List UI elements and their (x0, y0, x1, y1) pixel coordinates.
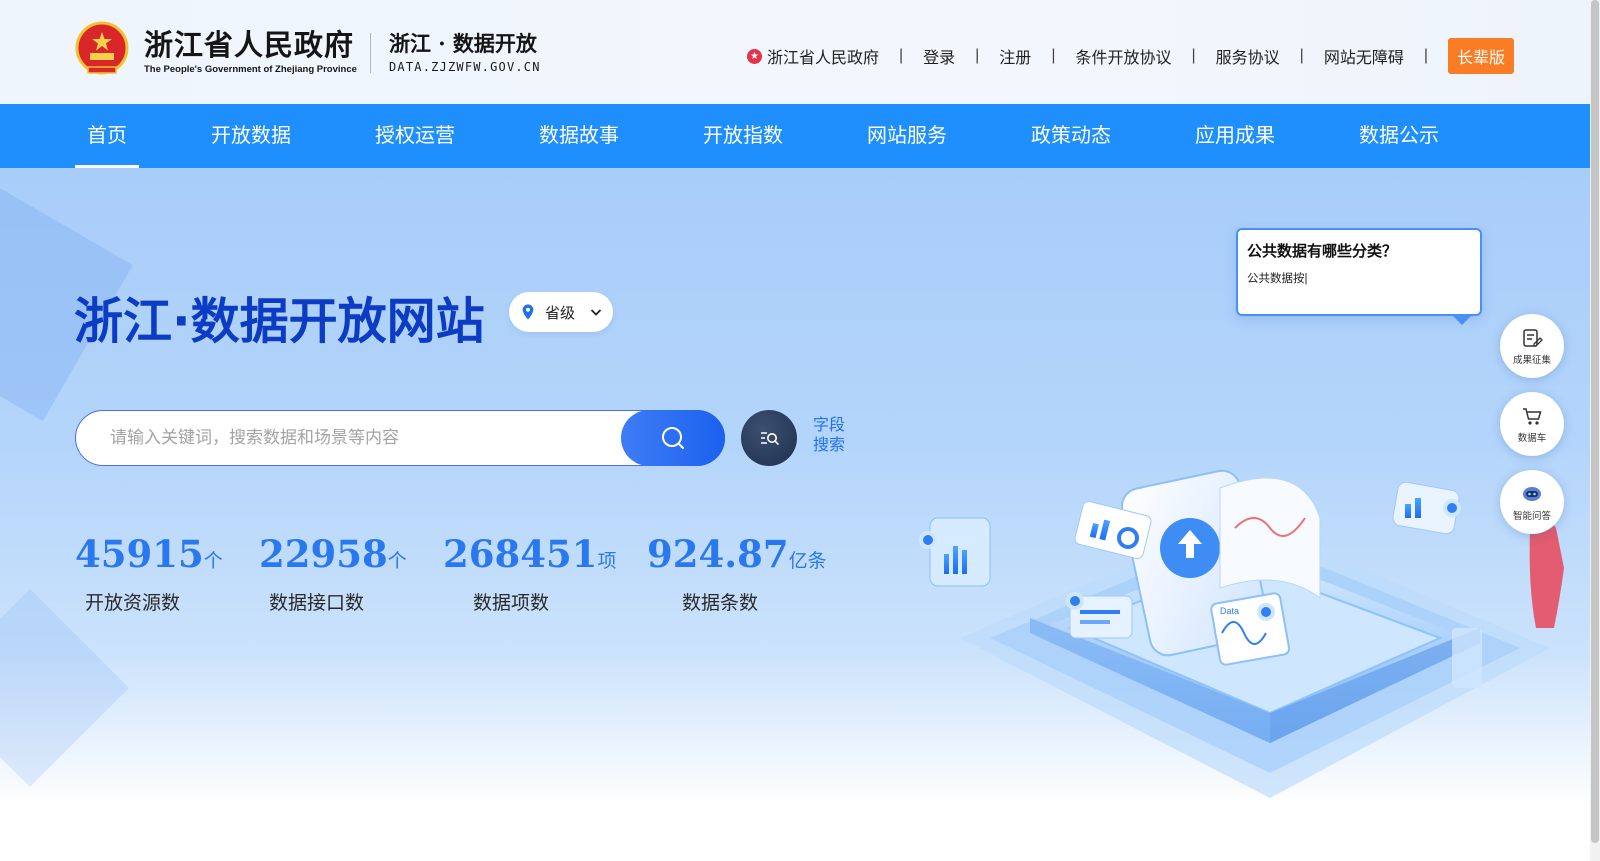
qa-question: 公共数据有哪些分类？ (1247, 243, 1398, 260)
search-box (75, 410, 725, 466)
field-search-link[interactable]: 字段 搜索 (813, 416, 853, 456)
search-icon (662, 427, 684, 449)
field-search-line1: 字段 (813, 417, 846, 434)
nav-item-app-results[interactable]: 应用成果 (1185, 104, 1285, 168)
data-card-label: Data (1220, 606, 1239, 616)
side-tool-label: 智能问答 (1512, 510, 1551, 522)
qa-answer: 公共数据按| (1247, 273, 1308, 285)
national-emblem-icon (75, 21, 129, 75)
hero-section: 浙江·数据开放网站 省级 字段 搜索 45915个 开 (0, 168, 1590, 861)
nav-item-data-disclosure[interactable]: 数据公示 (1349, 104, 1449, 168)
gov-link[interactable]: ★ 浙江省人民政府 (746, 44, 879, 68)
top-links: ★ 浙江省人民政府 | 登录 | 注册 | 条件开放协议 | 服务协议 | 网站… (746, 38, 1514, 74)
stat-unit: 亿条 (788, 551, 827, 572)
nav-item-authorized-operation[interactable]: 授权运营 (365, 104, 465, 168)
stat-value: 268451 (443, 532, 598, 576)
nav-item-open-data[interactable]: 开放数据 (201, 104, 301, 168)
data-platform-illustration: Data (919, 469, 1564, 798)
stat-value: 924.87 (647, 532, 789, 576)
field-search-icon (761, 432, 779, 445)
stat-value: 22958 (259, 532, 388, 576)
elder-mode-button[interactable]: 长辈版 (1447, 38, 1514, 74)
separator: | (1191, 47, 1196, 64)
stat-data-interfaces: 22958个 数据接口数 (259, 532, 407, 614)
qa-bubble: 公共数据有哪些分类？ 公共数据按| (1236, 228, 1482, 325)
nav-item-site-services[interactable]: 网站服务 (857, 104, 957, 168)
nav-item-data-stories[interactable]: 数据故事 (529, 104, 629, 168)
cart-icon (1523, 407, 1542, 425)
side-tool-label: 数据车 (1517, 432, 1547, 444)
nav-item-home[interactable]: 首页 (75, 104, 139, 168)
nav-item-open-index[interactable]: 开放指数 (693, 104, 793, 168)
search-button[interactable] (621, 410, 725, 466)
stat-label: 开放资源数 (85, 593, 181, 614)
star-icon: ★ (746, 48, 762, 64)
logo-divider (370, 33, 371, 73)
site-url: DATA.ZJZWFW.GOV.CN (389, 60, 541, 74)
edit-icon (1523, 328, 1543, 347)
main-nav: 首页 开放数据 授权运营 数据故事 开放指数 网站服务 政策动态 应用成果 数据… (0, 104, 1590, 168)
hero-title: 浙江·数据开放网站 (74, 293, 485, 350)
separator: | (1423, 47, 1428, 64)
stat-data-items: 268451项 数据项数 (443, 532, 617, 614)
search-input[interactable] (110, 411, 610, 465)
stat-open-resources: 45915个 开放资源数 (75, 532, 223, 614)
separator: | (1051, 47, 1056, 64)
level-select[interactable]: 省级 (509, 292, 613, 332)
gov-logo-title: 浙江省人民政府 (144, 28, 355, 62)
chevron-down-icon (590, 309, 602, 316)
side-tool-label: 成果征集 (1512, 354, 1551, 366)
accessibility-link[interactable]: 网站无障碍 (1324, 44, 1404, 68)
stat-unit: 项 (597, 551, 617, 572)
nav-item-policy-news[interactable]: 政策动态 (1021, 104, 1121, 168)
stat-label: 数据接口数 (269, 593, 365, 614)
location-pin-icon (522, 304, 534, 320)
register-link[interactable]: 注册 (999, 44, 1031, 68)
side-tool-smart-qa[interactable]: 智能问答 (1500, 470, 1564, 534)
gov-link-label: 浙江省人民政府 (766, 50, 879, 67)
service-agreement-link[interactable]: 服务协议 (1216, 44, 1280, 68)
page-scrollbar[interactable] (1590, 0, 1600, 861)
separator: | (898, 47, 904, 64)
stat-data-records: 924.87亿条 数据条数 (647, 532, 827, 614)
field-search-line2: 搜索 (813, 437, 846, 454)
stat-unit: 个 (387, 551, 407, 572)
stat-value: 45915 (75, 532, 204, 576)
gov-logo-subtitle: The People's Government of Zhejiang Prov… (144, 64, 357, 75)
stat-label: 数据条数 (682, 593, 759, 614)
stat-label: 数据项数 (473, 593, 550, 614)
separator: | (1299, 47, 1304, 64)
conditional-agreement-link[interactable]: 条件开放协议 (1075, 44, 1171, 68)
site-name: 浙江 · 数据开放 (389, 31, 537, 56)
side-tool-result-collection[interactable]: 成果征集 (1500, 314, 1564, 378)
side-tool-data-cart[interactable]: 数据车 (1500, 392, 1564, 456)
field-search-button[interactable] (741, 410, 797, 466)
scrollbar-thumb[interactable] (1591, 0, 1599, 843)
stat-unit: 个 (203, 551, 223, 572)
login-link[interactable]: 登录 (923, 44, 955, 68)
robot-icon (1523, 486, 1541, 501)
separator: | (975, 47, 980, 64)
level-select-value: 省级 (545, 303, 576, 322)
decor-shape (0, 589, 129, 787)
top-header: 浙江省人民政府 The People's Government of Zheji… (0, 0, 1600, 104)
